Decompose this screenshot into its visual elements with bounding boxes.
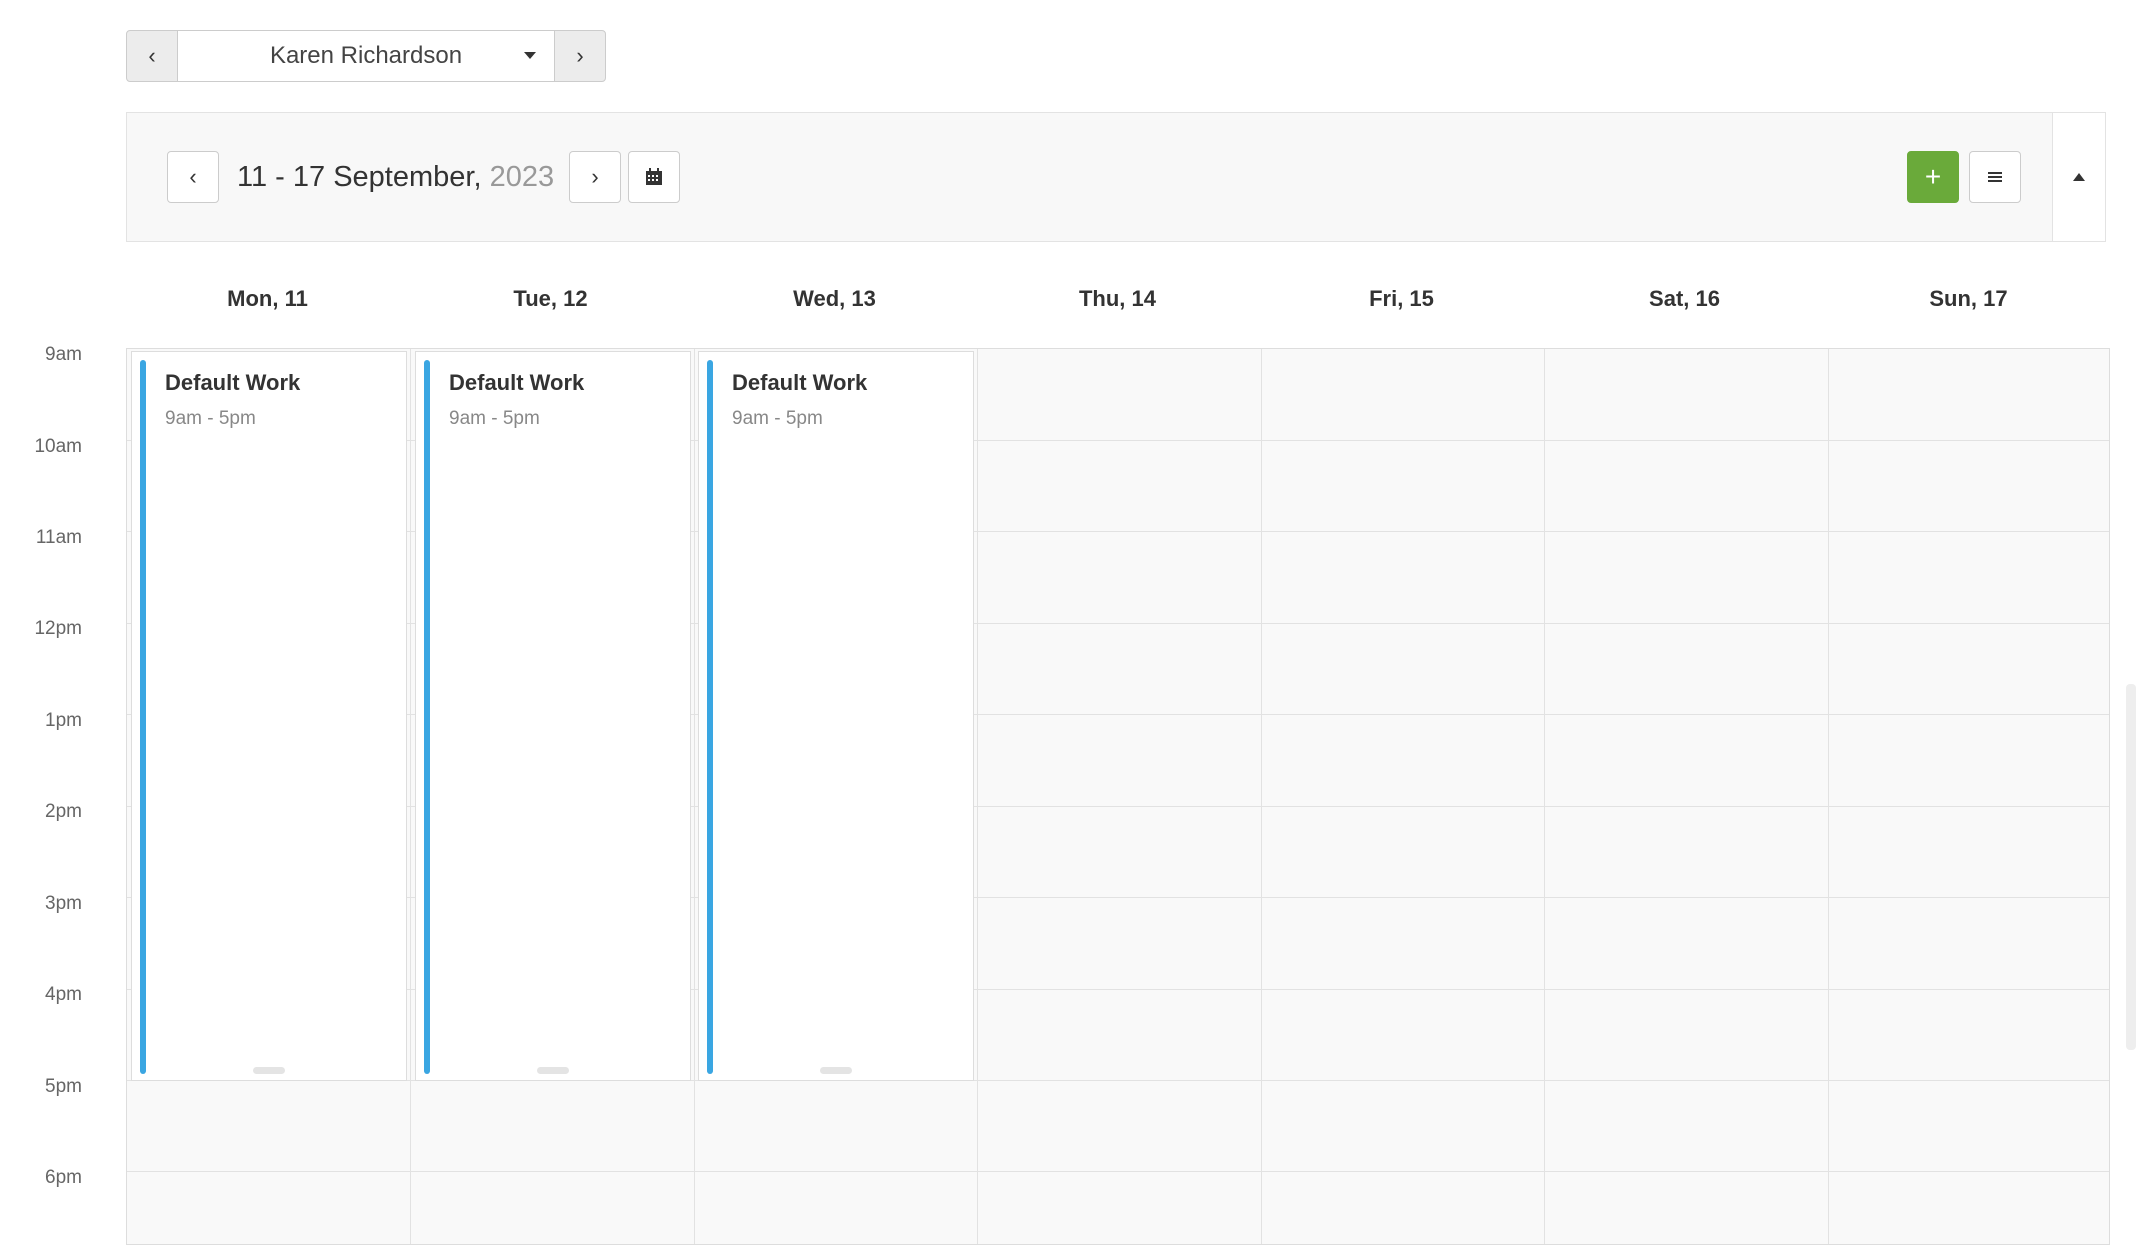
hamburger-menu-icon: [1988, 172, 2002, 182]
event-color-bar: [424, 360, 430, 1074]
prev-person-button[interactable]: ‹: [126, 30, 178, 82]
event-default-work-tue[interactable]: Default Work 9am - 5pm: [415, 351, 691, 1081]
time-label: 2pm: [45, 801, 82, 822]
time-label: 5pm: [45, 1076, 82, 1097]
day-divider: [977, 349, 978, 1244]
resize-handle[interactable]: [820, 1067, 852, 1074]
time-label: 4pm: [45, 984, 82, 1005]
time-label: 1pm: [45, 710, 82, 731]
calendar-picker-button[interactable]: [628, 151, 680, 203]
event-title: Default Work: [165, 370, 301, 395]
resize-handle[interactable]: [253, 1067, 285, 1074]
collapse-toolbar-button[interactable]: [2052, 113, 2105, 241]
chevron-left-icon: ‹: [189, 164, 197, 189]
event-time: 9am - 5pm: [732, 408, 823, 429]
week-range: 11 - 17 September, 2023: [237, 161, 554, 194]
chevron-right-icon: ›: [591, 164, 599, 189]
time-label: 12pm: [34, 618, 82, 639]
chevron-right-icon: ›: [576, 43, 584, 68]
caret-up-icon: [2073, 173, 2085, 181]
time-label: 3pm: [45, 893, 82, 914]
hour-divider: [127, 1171, 2109, 1172]
event-color-bar: [140, 360, 146, 1074]
time-label: 6pm: [45, 1167, 82, 1188]
person-name: Karen Richardson: [269, 42, 463, 69]
day-header: Thu, 14: [1078, 286, 1156, 311]
event-default-work-mon[interactable]: Default Work 9am - 5pm: [131, 351, 407, 1081]
day-divider: [410, 349, 411, 1244]
menu-button[interactable]: [1969, 151, 2021, 203]
day-header: Sat, 16: [1649, 286, 1720, 311]
event-title: Default Work: [449, 370, 585, 395]
scrollbar[interactable]: [2126, 684, 2136, 1050]
week-range-year: 2023: [489, 161, 555, 193]
week-range-text: 11 - 17 September,: [237, 161, 482, 193]
event-color-bar: [707, 360, 713, 1074]
person-dropdown[interactable]: Karen Richardson: [178, 30, 554, 82]
week-toolbar: ‹ 11 - 17 September, 2023 › +: [126, 112, 2106, 242]
time-label: 10am: [34, 436, 82, 457]
next-person-button[interactable]: ›: [554, 30, 606, 82]
add-button[interactable]: +: [1907, 151, 1959, 203]
next-week-button[interactable]: ›: [569, 151, 621, 203]
calendar-icon: [646, 168, 662, 185]
day-header: Mon, 11: [227, 286, 308, 311]
day-header: Tue, 12: [513, 286, 588, 311]
day-divider: [1828, 349, 1829, 1244]
day-header: Wed, 13: [793, 286, 876, 311]
chevron-left-icon: ‹: [148, 43, 156, 68]
caret-down-icon: [524, 52, 536, 59]
time-label: 11am: [35, 527, 82, 548]
day-divider: [1544, 349, 1545, 1244]
person-selector: ‹ Karen Richardson ›: [126, 30, 606, 82]
prev-week-button[interactable]: ‹: [167, 151, 219, 203]
day-header: Sun, 17: [1929, 286, 2008, 311]
event-time: 9am - 5pm: [449, 408, 540, 429]
week-grid[interactable]: Default Work 9am - 5pm Default Work 9am …: [126, 348, 2110, 1245]
day-divider: [694, 349, 695, 1244]
day-header: Fri, 15: [1369, 286, 1434, 311]
day-divider: [1261, 349, 1262, 1244]
event-time: 9am - 5pm: [165, 408, 256, 429]
plus-icon: +: [1924, 161, 1942, 192]
time-label: 9am: [45, 344, 82, 365]
resize-handle[interactable]: [537, 1067, 569, 1074]
event-default-work-wed[interactable]: Default Work 9am - 5pm: [698, 351, 974, 1081]
event-title: Default Work: [732, 370, 868, 395]
